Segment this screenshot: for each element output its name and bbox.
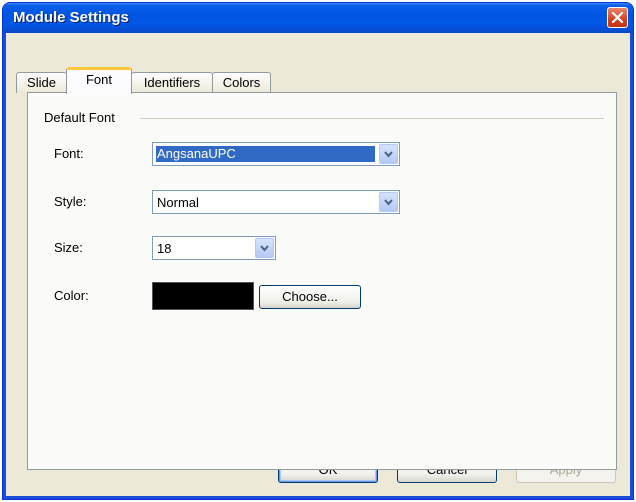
chevron-down-icon [260,245,269,252]
close-icon [612,12,623,23]
group-divider [140,118,604,119]
title-bar[interactable]: Module Settings [3,3,633,33]
style-select[interactable]: Normal [152,190,400,214]
font-select[interactable]: AngsanaUPC [152,142,400,166]
style-label: Style: [54,194,87,209]
chevron-down-icon [384,199,393,206]
size-select-dropdown-button[interactable] [255,238,274,258]
font-select-value: AngsanaUPC [156,146,375,162]
close-button[interactable] [607,7,628,28]
dialog-client: Slide Font Identifiers Colors Default Fo… [6,33,630,496]
size-select-value: 18 [157,241,172,256]
color-swatch [152,282,254,310]
choose-color-button[interactable]: Choose... [259,285,361,309]
font-select-dropdown-button[interactable] [379,144,398,164]
style-select-dropdown-button[interactable] [379,192,398,212]
color-label: Color: [54,288,89,303]
tab-font[interactable]: Font [66,67,132,94]
size-select[interactable]: 18 [152,236,276,260]
module-settings-dialog: Module Settings Slide Font Identifiers C… [2,2,634,500]
font-tab-panel: Default Font Font: AngsanaUPC Style: Nor… [27,92,617,470]
style-select-value: Normal [157,195,199,210]
window-title: Module Settings [13,9,129,26]
default-font-group-label: Default Font [44,110,115,125]
tab-slide[interactable]: Slide [16,72,67,93]
size-label: Size: [54,240,83,255]
chevron-down-icon [384,151,393,158]
font-label: Font: [54,146,84,161]
tab-colors[interactable]: Colors [212,72,271,93]
tab-identifiers[interactable]: Identifiers [131,72,213,93]
